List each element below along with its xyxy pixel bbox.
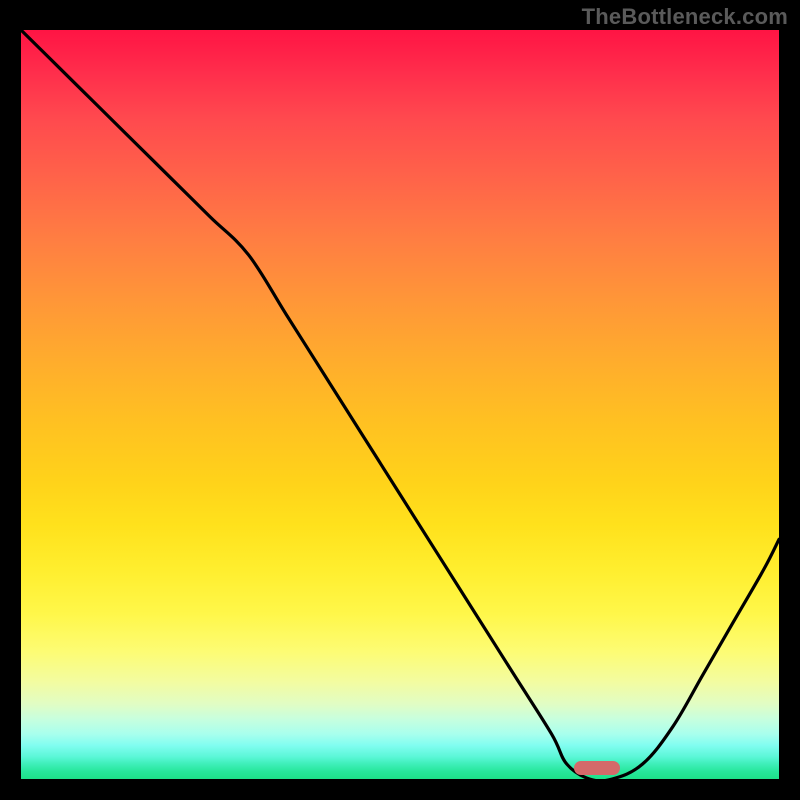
chart-frame: TheBottleneck.com — [0, 0, 800, 800]
bottleneck-curve — [21, 30, 779, 779]
watermark-text: TheBottleneck.com — [582, 4, 788, 30]
plot-area — [21, 30, 779, 779]
ideal-point-marker — [574, 761, 620, 775]
